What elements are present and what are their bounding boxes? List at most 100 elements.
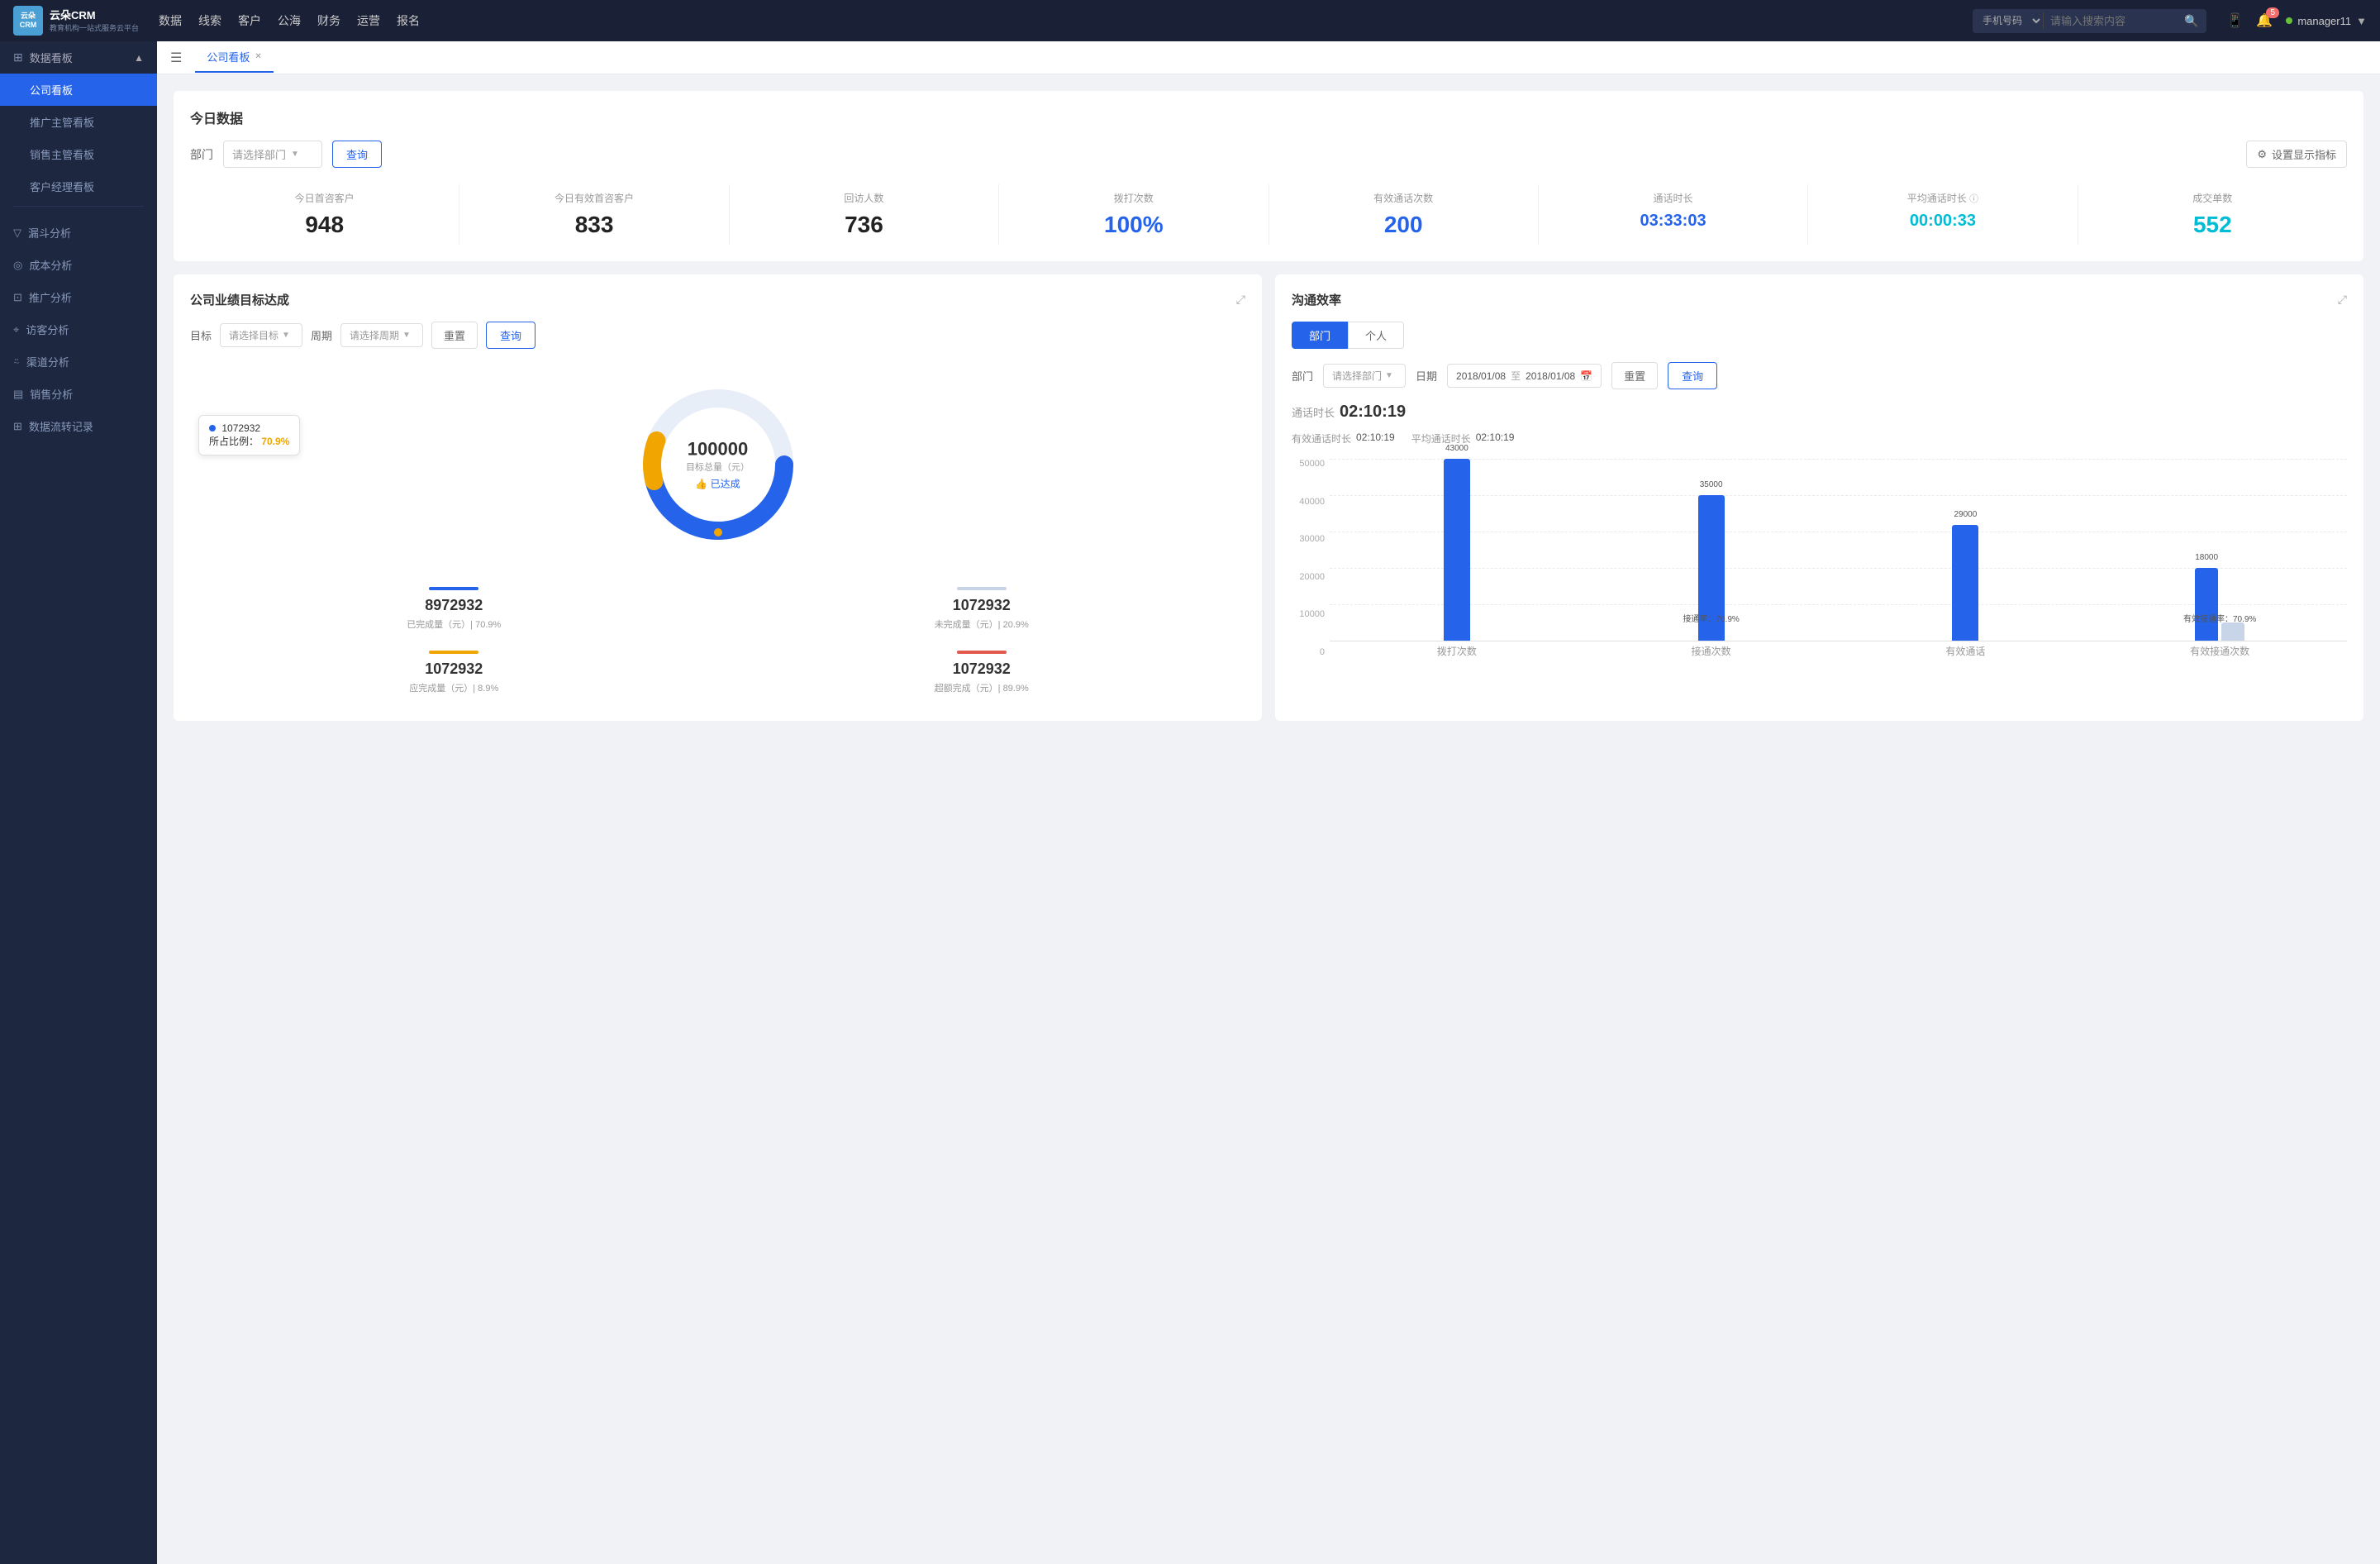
sidebar-item-sales[interactable]: 销售主管看板 bbox=[0, 138, 157, 170]
bar-label-2-0: 29000 bbox=[1954, 510, 1977, 519]
tooltip-pct: 70.9% bbox=[261, 436, 289, 447]
main-nav: 数据 线索 客户 公海 财务 运营 报名 bbox=[159, 9, 420, 32]
sidebar: ⊞ 数据看板 ▲ 公司看板 推广主管看板 销售主管看板 客户经理看板 ▽ 漏斗分… bbox=[0, 41, 157, 1564]
settings-display-button[interactable]: ⚙ 设置显示指标 bbox=[2246, 141, 2347, 168]
nav-finance[interactable]: 财务 bbox=[317, 9, 340, 32]
tab-company-dashboard[interactable]: 公司看板 ✕ bbox=[195, 42, 273, 73]
comm-query-button[interactable]: 查询 bbox=[1668, 362, 1717, 389]
sidebar-item-funnel[interactable]: ▽ 漏斗分析 bbox=[0, 217, 157, 249]
tab-bar: ☰ 公司看板 ✕ bbox=[157, 41, 2380, 74]
nav-leads[interactable]: 线索 bbox=[198, 9, 221, 32]
stat-avg-duration: 平均通话时长 ⓘ 00:00:33 bbox=[1808, 184, 2078, 245]
search-type-select[interactable]: 手机号码 bbox=[1973, 9, 2043, 32]
tab-label: 公司看板 bbox=[207, 49, 250, 64]
app-body: ⊞ 数据看板 ▲ 公司看板 推广主管看板 销售主管看板 客户经理看板 ▽ 漏斗分… bbox=[0, 41, 2380, 1564]
sidebar-item-company[interactable]: 公司看板 bbox=[0, 74, 157, 106]
nav-public[interactable]: 公海 bbox=[278, 9, 301, 32]
two-col-section: 公司业绩目标达成 ⤢ 目标 请选择目标 ▼ 周期 请选择周期 ▼ bbox=[174, 274, 2363, 721]
comm-card-title: 沟通效率 bbox=[1292, 291, 1341, 308]
username: manager11 bbox=[2297, 15, 2351, 27]
sidebar-item-promotion[interactable]: 推广主管看板 bbox=[0, 106, 157, 138]
sidebar-item-data-transfer[interactable]: ⊞ 数据流转记录 bbox=[0, 410, 157, 442]
notification-badge: 5 bbox=[2266, 7, 2279, 18]
x-label-1: 接通次数 bbox=[1584, 644, 1839, 658]
user-menu[interactable]: manager11 ▼ bbox=[2286, 15, 2367, 27]
nav-operations[interactable]: 运营 bbox=[357, 9, 380, 32]
comm-date-range[interactable]: 2018/01/08 至 2018/01/08 📅 bbox=[1447, 364, 1602, 388]
stat-first-consult: 今日首咨客户 948 bbox=[190, 184, 459, 245]
donut-stat-value-should: 1072932 bbox=[197, 660, 712, 678]
bar-groups: 43000 35000 bbox=[1330, 459, 2347, 641]
target-reset-button[interactable]: 重置 bbox=[431, 322, 478, 349]
bar-chart-wrapper: 50000 40000 30000 20000 10000 0 bbox=[1292, 459, 2347, 658]
donut-stat-exceeded: 1072932 超额完成（元）| 89.9% bbox=[718, 641, 1246, 704]
search-input[interactable] bbox=[2044, 10, 2176, 32]
dept-select-arrow: ▼ bbox=[291, 150, 299, 159]
stat-dial-count-value: 100% bbox=[1002, 212, 1264, 238]
sidebar-item-channel[interactable]: ⍨ 渠道分析 bbox=[0, 346, 157, 378]
target-card-title: 公司业绩目标达成 bbox=[190, 291, 289, 308]
comm-expand-icon[interactable]: ⤢ bbox=[2338, 293, 2347, 307]
nav-signup[interactable]: 报名 bbox=[397, 9, 420, 32]
today-query-button[interactable]: 查询 bbox=[332, 141, 382, 168]
dept-filter-label: 部门 bbox=[190, 146, 213, 163]
comm-tab-person[interactable]: 个人 bbox=[1348, 322, 1404, 349]
tab-close-icon[interactable]: ✕ bbox=[255, 52, 261, 61]
stat-effective-consult-value: 833 bbox=[463, 212, 725, 238]
sidebar-group-label: 数据看板 bbox=[30, 50, 73, 65]
page: 今日数据 部门 请选择部门 ▼ 查询 ⚙ 设置显示指标 bbox=[157, 74, 2380, 1564]
donut-stat-bar-incomplete bbox=[957, 587, 1007, 590]
bar-3-0: 18000 bbox=[2195, 568, 2218, 641]
comm-date-from: 2018/01/08 bbox=[1456, 370, 1506, 382]
donut-stat-should-complete: 1072932 应完成量（元）| 8.9% bbox=[190, 641, 718, 704]
sidebar-item-sales-analysis[interactable]: ▤ 销售分析 bbox=[0, 378, 157, 410]
avg-info-icon: ⓘ bbox=[1969, 194, 1978, 204]
dept-select[interactable]: 请选择部门 ▼ bbox=[223, 141, 322, 168]
sidebar-item-visitor[interactable]: ⌖ 访客分析 bbox=[0, 313, 157, 346]
stat-call-duration: 通话时长 03:33:03 bbox=[1539, 184, 1808, 245]
target-card: 公司业绩目标达成 ⤢ 目标 请选择目标 ▼ 周期 请选择周期 ▼ bbox=[174, 274, 1262, 721]
tab-menu-icon[interactable]: ☰ bbox=[170, 50, 182, 66]
notification-icon[interactable]: 🔔 5 bbox=[2256, 12, 2273, 29]
stat-effective-calls-value: 200 bbox=[1273, 212, 1535, 238]
user-dropdown-icon: ▼ bbox=[2356, 15, 2367, 27]
bar-2-0: 29000 bbox=[1952, 525, 1978, 641]
comm-detail-val-0: 02:10:19 bbox=[1356, 432, 1395, 446]
period-select[interactable]: 请选择周期 ▼ bbox=[340, 323, 423, 347]
promo-icon: ⊡ bbox=[13, 291, 22, 304]
device-icon[interactable]: 📱 bbox=[2226, 12, 2243, 29]
bar-rect-3-1 bbox=[2221, 622, 2244, 641]
nav-customers[interactable]: 客户 bbox=[238, 9, 261, 32]
channel-icon: ⍨ bbox=[13, 355, 20, 369]
target-query-button[interactable]: 查询 bbox=[486, 322, 536, 349]
comm-tab-dept[interactable]: 部门 bbox=[1292, 322, 1348, 349]
stat-effective-calls: 有效通话次数 200 bbox=[1269, 184, 1539, 245]
tooltip-dot bbox=[209, 425, 216, 432]
grid-icon: ⊞ bbox=[13, 50, 23, 64]
comm-reset-button[interactable]: 重置 bbox=[1611, 362, 1658, 389]
bar-0-0: 43000 bbox=[1444, 459, 1470, 641]
sidebar-item-promo[interactable]: ⊡ 推广分析 bbox=[0, 281, 157, 313]
y-label-4: 40000 bbox=[1292, 497, 1325, 507]
sidebar-group-data-dashboard[interactable]: ⊞ 数据看板 ▲ bbox=[0, 41, 157, 74]
search-button[interactable]: 🔍 bbox=[2176, 9, 2206, 33]
bar-3-1 bbox=[2221, 622, 2244, 641]
target-filter: 目标 请选择目标 ▼ 周期 请选择周期 ▼ 重置 查询 bbox=[190, 322, 1245, 349]
comm-time-main-label: 通话时长 bbox=[1292, 404, 1335, 420]
today-card: 今日数据 部门 请选择部门 ▼ 查询 ⚙ 设置显示指标 bbox=[174, 91, 2363, 261]
bar-label-0-0: 43000 bbox=[1445, 444, 1468, 453]
comm-tabs: 部门 个人 bbox=[1292, 322, 2347, 349]
stats-row: 今日首咨客户 948 今日有效首咨客户 833 回访人数 736 拨打次数 10… bbox=[190, 184, 2347, 245]
target-select[interactable]: 请选择目标 ▼ bbox=[220, 323, 302, 347]
tooltip-value: 1072932 bbox=[221, 422, 260, 434]
sidebar-item-account[interactable]: 客户经理看板 bbox=[0, 170, 157, 203]
sales-icon: ▤ bbox=[13, 388, 23, 401]
bar-rate-3: 有效接通率：70.9% bbox=[2183, 612, 2256, 624]
sidebar-item-cost[interactable]: ◎ 成本分析 bbox=[0, 249, 157, 281]
stat-dial-count: 拨打次数 100% bbox=[999, 184, 1269, 245]
nav-data[interactable]: 数据 bbox=[159, 9, 182, 32]
donut-stat-value-completed: 8972932 bbox=[197, 597, 712, 614]
comm-dept-select[interactable]: 请选择部门 ▼ bbox=[1323, 364, 1406, 388]
logo-icon: 云朵CRM bbox=[13, 6, 43, 36]
target-expand-icon[interactable]: ⤢ bbox=[1236, 293, 1245, 307]
